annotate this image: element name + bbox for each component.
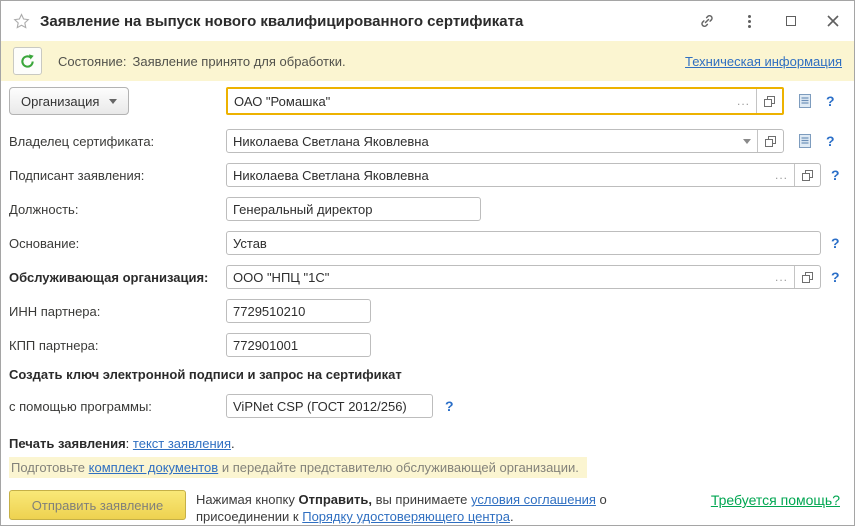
organization-input[interactable]: ОАО "Ромашка" ... xyxy=(226,87,784,115)
owner-dropdown-icon[interactable] xyxy=(737,130,757,152)
application-text-link[interactable]: текст заявления xyxy=(133,436,231,451)
position-input[interactable]: Генеральный директор xyxy=(226,197,481,221)
partner-kpp-input[interactable]: 772901001 xyxy=(226,333,371,357)
program-input[interactable]: ViPNet CSP (ГОСТ 2012/256) xyxy=(226,394,433,418)
partner-kpp-label: КПП партнера: xyxy=(9,338,226,353)
owner-list-icon[interactable] xyxy=(798,133,812,149)
service-org-help-icon[interactable]: ? xyxy=(831,269,840,285)
chevron-down-icon xyxy=(109,99,117,104)
signer-input[interactable]: Николаева Светлана Яковлевна ... xyxy=(226,163,821,187)
refresh-icon[interactable] xyxy=(13,47,42,75)
copy-link-icon[interactable] xyxy=(698,12,716,30)
organization-ellipsis-button[interactable]: ... xyxy=(731,89,756,113)
organization-list-icon[interactable] xyxy=(798,93,812,109)
print-separator: : xyxy=(126,436,133,451)
organization-selector-label: Организация xyxy=(21,94,99,109)
form-area: Организация ОАО "Ромашка" ... ? xyxy=(1,81,854,525)
owner-label: Владелец сертификата: xyxy=(9,134,226,149)
page-title: Заявление на выпуск нового квалифицирова… xyxy=(40,13,523,30)
status-bar: Состояние: Заявление принято для обработ… xyxy=(1,41,854,81)
service-org-open-icon[interactable] xyxy=(795,266,820,288)
partner-inn-label: ИНН партнера: xyxy=(9,304,226,319)
program-label: с помощью программы: xyxy=(9,399,226,414)
favorite-star-icon[interactable] xyxy=(13,13,30,30)
documents-notice: Подготовьте комплект документов и переда… xyxy=(9,457,587,478)
service-org-input[interactable]: ООО "НПЦ "1С" ... xyxy=(226,265,821,289)
program-help-icon[interactable]: ? xyxy=(445,398,454,414)
ca-order-link[interactable]: Порядку удостоверяющего центра xyxy=(302,509,510,524)
signer-help-icon[interactable]: ? xyxy=(831,167,840,183)
organization-selector-button[interactable]: Организация xyxy=(9,87,129,115)
signer-label: Подписант заявления: xyxy=(9,168,226,183)
agreement-terms-link[interactable]: условия соглашения xyxy=(471,492,596,507)
organization-open-icon[interactable] xyxy=(757,89,782,113)
signer-open-icon[interactable] xyxy=(795,164,820,186)
key-section-title: Создать ключ электронной подписи и запро… xyxy=(9,367,844,382)
owner-open-icon[interactable] xyxy=(758,130,783,152)
print-label: Печать заявления xyxy=(9,436,126,451)
signer-ellipsis-button[interactable]: ... xyxy=(769,164,794,186)
partner-inn-input[interactable]: 7729510210 xyxy=(226,299,371,323)
basis-input[interactable]: Устав xyxy=(226,231,821,255)
print-period: . xyxy=(231,436,235,451)
service-org-ellipsis-button[interactable]: ... xyxy=(769,266,794,288)
service-org-label: Обслуживающая организация: xyxy=(9,270,226,285)
organization-help-icon[interactable]: ? xyxy=(826,93,835,109)
more-menu-icon[interactable] xyxy=(740,12,758,30)
status-message: Заявление принято для обработки. xyxy=(132,54,345,69)
technical-info-link[interactable]: Техническая информация xyxy=(685,54,842,69)
documents-set-link[interactable]: комплект документов xyxy=(89,460,219,475)
title-bar: Заявление на выпуск нового квалифицирова… xyxy=(1,1,854,41)
application-window: Заявление на выпуск нового квалифицирова… xyxy=(0,0,855,526)
maximize-icon[interactable] xyxy=(782,12,800,30)
owner-help-icon[interactable]: ? xyxy=(826,133,835,149)
owner-input[interactable]: Николаева Светлана Яковлевна xyxy=(226,129,784,153)
submit-application-button[interactable]: Отправить заявление xyxy=(9,490,186,520)
agreement-text: Нажимая кнопку Отправить, вы принимаете … xyxy=(196,490,701,525)
need-help-link[interactable]: Требуется помощь? xyxy=(711,490,840,508)
basis-label: Основание: xyxy=(9,236,226,251)
status-label: Состояние: xyxy=(58,54,126,69)
position-label: Должность: xyxy=(9,202,226,217)
close-icon[interactable] xyxy=(824,12,842,30)
basis-help-icon[interactable]: ? xyxy=(831,235,840,251)
